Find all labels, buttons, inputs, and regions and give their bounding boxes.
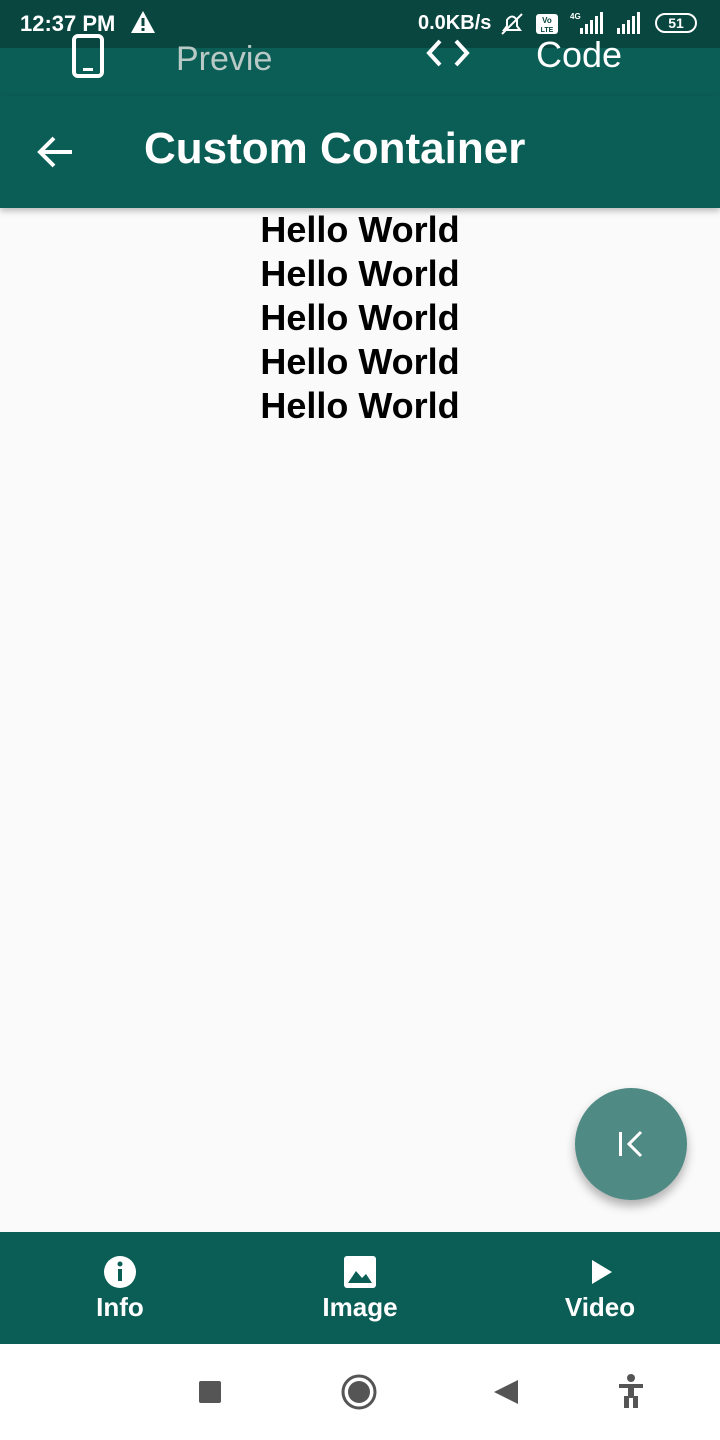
info-icon [102, 1254, 138, 1295]
bottom-nav: Info Image Video [0, 1232, 720, 1344]
nav-item-video[interactable]: Video [480, 1232, 720, 1344]
first-page-fab[interactable] [575, 1088, 687, 1200]
code-icon [426, 38, 470, 73]
home-icon[interactable] [335, 1368, 383, 1416]
first-page-icon [611, 1124, 651, 1169]
tab-code[interactable]: Code [410, 30, 650, 86]
phone-icon [72, 34, 104, 83]
tab-code-label: Code [536, 34, 623, 75]
text-line: Hello World [260, 297, 460, 338]
nav-item-image-label: Image [322, 1292, 398, 1322]
page-title: Custom Container [144, 124, 526, 173]
text-line: Hello World [260, 385, 460, 426]
text-line: Hello World [260, 253, 460, 294]
battery-indicator: 51 [655, 13, 697, 33]
text-line: Hello World [260, 209, 460, 250]
play-icon [582, 1254, 618, 1295]
nav-item-info[interactable]: Info [0, 1232, 240, 1344]
image-icon [342, 1254, 378, 1295]
accessibility-icon[interactable] [607, 1368, 655, 1416]
app-bar: Custom Container [0, 96, 720, 208]
nav-item-info-label: Info [96, 1292, 144, 1322]
nav-item-video-label: Video [564, 1292, 636, 1322]
nav-item-image[interactable]: Image [240, 1232, 480, 1344]
back-icon[interactable] [482, 1368, 530, 1416]
back-arrow-icon[interactable] [30, 126, 82, 178]
svg-text:Vo: Vo [542, 16, 552, 25]
system-nav-bar [0, 1344, 720, 1440]
content-container: Hello World Hello World Hello World Hell… [0, 208, 720, 428]
svg-text:4G: 4G [570, 12, 581, 21]
tab-preview[interactable]: Preview [60, 24, 300, 124]
text-line: Hello World [260, 341, 460, 382]
recents-icon[interactable] [186, 1368, 234, 1416]
